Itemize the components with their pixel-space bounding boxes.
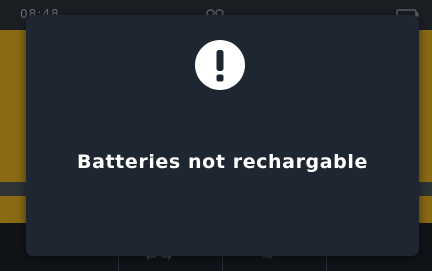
alert-message: Batteries not rechargable [77, 151, 368, 173]
alert-dialog: Batteries not rechargable [26, 15, 419, 256]
exclamation-icon [195, 40, 245, 90]
